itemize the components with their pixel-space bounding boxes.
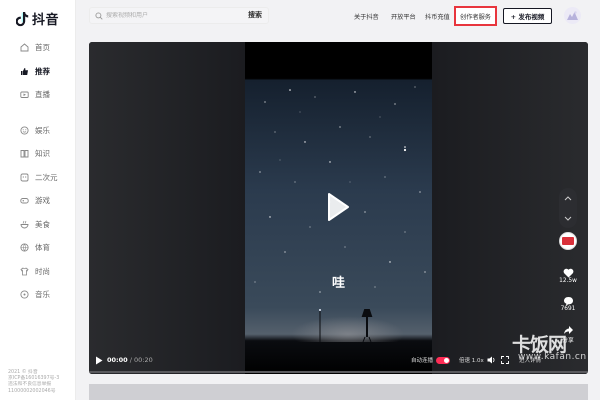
sidebar-item-live[interactable]: 直播 <box>0 83 76 107</box>
like-count: 12.5w <box>559 278 577 284</box>
publish-video-label: + 发布视频 <box>510 13 545 21</box>
sidebar-item-recommend[interactable]: 推荐 <box>0 60 76 84</box>
sidebar-nav: 首页 推荐 直播 娱乐 知识 二次元 游戏 美食 体育 时尚 音乐 <box>0 36 76 307</box>
comment-count: 7691 <box>560 306 576 312</box>
sidebar-item-label: 娱乐 <box>35 125 50 135</box>
publish-video-button[interactable]: + 发布视频 <box>503 8 552 24</box>
live-icon <box>20 90 29 99</box>
book-icon <box>20 149 29 158</box>
sidebar-item-label: 首页 <box>35 43 50 53</box>
sidebar-item-label: 直播 <box>35 90 50 100</box>
creator-service-label: 创作者服务 <box>460 13 491 21</box>
about-douyin-link[interactable]: 关于抖音 <box>354 12 379 21</box>
search-input[interactable] <box>106 12 236 19</box>
sidebar-item-music[interactable]: 音乐 <box>0 283 76 307</box>
search-icon <box>95 11 103 20</box>
chevron-up-icon[interactable] <box>564 195 572 201</box>
thumbs-up-icon <box>20 67 29 76</box>
volume-button[interactable] <box>487 354 496 366</box>
video-player[interactable]: 哇 12.5w 7691 分享 00:00 / 00:20 自动连播 倍速 1.… <box>89 42 588 374</box>
search-button[interactable]: 搜索 <box>248 10 262 20</box>
user-avatar[interactable] <box>564 7 581 24</box>
anime-icon <box>20 173 29 182</box>
fullscreen-icon <box>501 356 509 364</box>
autoplay-label: 自动连播 <box>411 358 434 364</box>
heart-icon <box>563 268 573 278</box>
douyin-logo-icon <box>16 11 30 27</box>
douyin-logo[interactable]: 抖音 <box>16 9 59 28</box>
license-text: 11000002002046号 <box>8 388 56 394</box>
sidebar-item-sports[interactable]: 体育 <box>0 236 76 260</box>
sidebar-item-games[interactable]: 游戏 <box>0 189 76 213</box>
author-avatar[interactable] <box>559 232 577 250</box>
speed-label: 倍速 1.0x <box>459 358 484 364</box>
sidebar-item-knowledge[interactable]: 知识 <box>0 142 76 166</box>
sidebar-item-anime[interactable]: 二次元 <box>0 166 76 190</box>
home-icon <box>20 43 29 52</box>
video-switch-control <box>559 188 577 228</box>
sidebar-item-label: 体育 <box>35 243 50 253</box>
background-blur-left <box>89 42 245 374</box>
food-icon <box>20 220 29 229</box>
logo-text: 抖音 <box>32 13 60 28</box>
sidebar-item-fashion[interactable]: 时尚 <box>0 260 76 284</box>
comment-icon <box>563 297 573 306</box>
sidebar-footer: 2021 © 抖音 京ICP备16016397号-3 违法和不良信息举报 110… <box>8 370 59 395</box>
music-icon <box>20 290 29 299</box>
play-overlay-icon[interactable] <box>326 192 350 222</box>
comment-button[interactable]: 7691 <box>554 296 582 312</box>
open-platform-link[interactable]: 开放平台 <box>391 12 416 21</box>
entertainment-icon <box>20 126 29 135</box>
search-bar: 搜索 <box>89 7 269 24</box>
fullscreen-button[interactable] <box>501 354 509 366</box>
sidebar-item-food[interactable]: 美食 <box>0 213 76 237</box>
creator-service-link[interactable]: 创作者服务 <box>454 6 497 26</box>
avatar-icon <box>567 11 578 20</box>
ball-icon <box>20 243 29 252</box>
gamepad-icon <box>20 196 29 205</box>
sidebar-item-label: 美食 <box>35 219 50 229</box>
video-caption: 哇 <box>331 276 345 291</box>
play-pause-button[interactable] <box>95 354 103 366</box>
play-icon <box>96 356 103 364</box>
sidebar-item-home[interactable]: 首页 <box>0 36 76 60</box>
fashion-icon <box>20 267 29 276</box>
next-video-preview[interactable] <box>89 384 588 400</box>
sidebar-item-label: 音乐 <box>35 290 50 300</box>
coin-recharge-link[interactable]: 抖币充值 <box>425 12 450 21</box>
playback-speed-button[interactable]: 倍速 1.0x <box>459 354 484 366</box>
sidebar-item-label: 游戏 <box>35 196 50 206</box>
autoplay-control: 自动连播 <box>411 354 451 366</box>
watermark-url: www.kafan.cn <box>518 352 587 362</box>
sidebar-item-entertainment[interactable]: 娱乐 <box>0 119 76 143</box>
total-time: 00:20 <box>134 356 153 364</box>
current-time: 00:00 <box>107 356 128 364</box>
sidebar-item-label: 时尚 <box>35 266 50 276</box>
author-logo-icon <box>562 237 574 245</box>
progress-bar[interactable] <box>89 371 588 373</box>
sidebar-item-label: 推荐 <box>35 66 50 76</box>
sidebar-item-label: 二次元 <box>35 172 58 182</box>
time-display: 00:00 / 00:20 <box>107 354 153 366</box>
sidebar-item-label: 知识 <box>35 149 50 159</box>
chevron-down-icon[interactable] <box>564 216 572 221</box>
like-button[interactable]: 12.5w <box>554 268 582 284</box>
autoplay-toggle[interactable] <box>436 356 451 364</box>
sidebar: 抖音 首页 推荐 直播 娱乐 知识 二次元 游戏 美食 体育 时尚 音乐 202… <box>0 0 76 400</box>
volume-icon <box>487 356 495 364</box>
